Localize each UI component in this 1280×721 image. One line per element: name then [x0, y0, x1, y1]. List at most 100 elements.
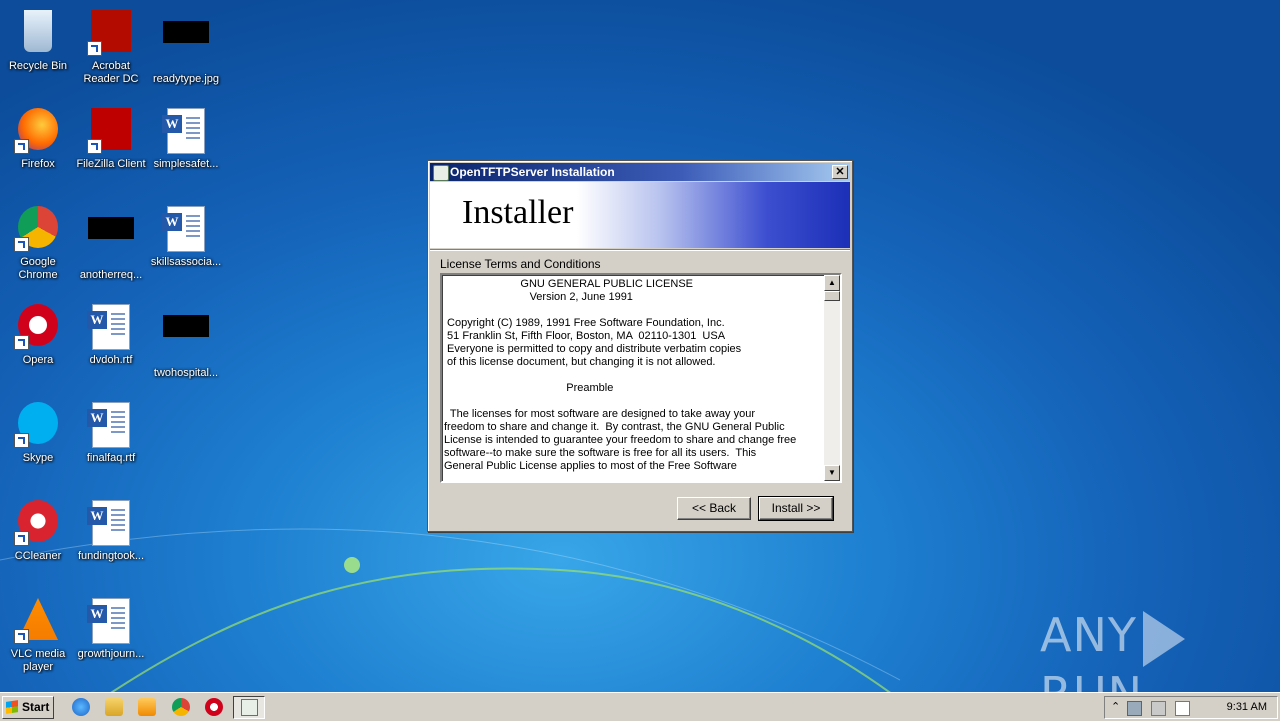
shortcut-arrow-icon: [14, 335, 29, 350]
network-icon[interactable]: [1127, 701, 1142, 716]
desktop-icon[interactable]: Wskillsassocia...: [148, 204, 224, 269]
dialog-titlebar[interactable]: OpenTFTPServer Installation ✕: [430, 163, 850, 181]
desktop-icon[interactable]: anotherreq...: [73, 204, 149, 282]
vlc-icon: [14, 596, 62, 644]
installer-taskbar-icon: [241, 699, 258, 716]
desktop-icon[interactable]: CCleaner: [0, 498, 76, 563]
play-logo-icon: [1142, 610, 1185, 667]
shortcut-arrow-icon: [14, 531, 29, 546]
scroll-thumb[interactable]: [824, 291, 840, 301]
start-button[interactable]: Start: [2, 696, 54, 719]
license-line: License is intended to guarantee your fr…: [444, 434, 797, 446]
license-line: freedom to share and change it. By contr…: [444, 421, 785, 433]
desktop-icon[interactable]: Wgrowthjourn...: [73, 596, 149, 661]
desktop-icon[interactable]: Skype: [0, 400, 76, 465]
ccleaner-icon: [14, 498, 62, 546]
license-line: of this license document, but changing i…: [444, 356, 716, 368]
action-center-flag-icon[interactable]: [1175, 701, 1190, 716]
desktop-icon-label: dvdoh.rtf: [89, 354, 133, 366]
media-player-icon[interactable]: [138, 698, 156, 716]
desktop-icon-label: FileZilla Client: [76, 158, 146, 170]
desktop-icon-label: Google Chrome: [18, 256, 58, 281]
opera-icon: [14, 302, 62, 350]
chrome-icon: [14, 204, 62, 252]
volume-icon[interactable]: [1151, 701, 1166, 716]
desktop-icon-label: Acrobat Reader DC: [83, 60, 139, 85]
desktop-icon[interactable]: VLC media player: [0, 596, 76, 674]
back-button[interactable]: << Back: [677, 497, 751, 520]
desktop-icon-label: VLC media player: [10, 648, 66, 673]
desktop-icon[interactable]: readytype.jpg: [148, 8, 224, 86]
chrome-taskbar-icon[interactable]: [172, 698, 190, 716]
image-thumbnail-icon: [162, 315, 210, 363]
file-explorer-icon[interactable]: [105, 698, 123, 716]
close-button[interactable]: ✕: [832, 165, 848, 179]
desktop-icon-label: anotherreq...: [79, 269, 143, 281]
desktop-icon-label: CCleaner: [14, 550, 62, 562]
license-line: The licenses for most software are desig…: [444, 408, 756, 420]
tray-expand-icon[interactable]: ⌃: [1111, 700, 1120, 713]
license-line: [444, 304, 822, 317]
license-line: General Public License applies to most o…: [444, 460, 737, 472]
windows-logo-icon: [6, 700, 18, 714]
install-button[interactable]: Install >>: [758, 496, 834, 521]
desktop-icon-label: twohospital...: [153, 367, 219, 379]
installer-app-icon: [433, 165, 449, 181]
firefox-icon: [14, 106, 62, 154]
license-line: 51 Franklin St, Fifth Floor, Boston, MA …: [444, 330, 726, 342]
license-line: software--to make sure the software is f…: [444, 447, 757, 459]
desktop-icon[interactable]: Wdvdoh.rtf: [73, 302, 149, 367]
word-doc-icon: W: [87, 498, 135, 546]
license-line: Version 2, June 1991: [444, 291, 633, 303]
desktop-icon[interactable]: Wfundingtook...: [73, 498, 149, 563]
installer-banner: Installer: [430, 182, 850, 248]
shortcut-arrow-icon: [14, 237, 29, 252]
license-section-label: License Terms and Conditions: [440, 257, 601, 271]
license-text: GNU GENERAL PUBLIC LICENSE Version 2, Ju…: [444, 278, 822, 473]
desktop-icon[interactable]: Wsimplesafet...: [148, 106, 224, 171]
license-scrollbar[interactable]: ▲ ▼: [824, 275, 840, 481]
shortcut-arrow-icon: [14, 433, 29, 448]
desktop-icon[interactable]: FileZilla Client: [73, 106, 149, 171]
desktop-icon-label: growthjourn...: [77, 648, 145, 660]
clock[interactable]: 9:31 AM: [1227, 701, 1267, 713]
scroll-down-button[interactable]: ▼: [824, 465, 840, 481]
license-line: GNU GENERAL PUBLIC LICENSE: [444, 278, 693, 290]
desktop-icon[interactable]: Firefox: [0, 106, 76, 171]
word-doc-icon: W: [162, 106, 210, 154]
license-line: [444, 395, 822, 408]
recycle-bin-icon: [14, 8, 62, 56]
acrobat-icon: [87, 8, 135, 56]
desktop-icon[interactable]: Opera: [0, 302, 76, 367]
desktop-icon[interactable]: Wfinalfaq.rtf: [73, 400, 149, 465]
license-text-box[interactable]: GNU GENERAL PUBLIC LICENSE Version 2, Ju…: [440, 273, 842, 483]
desktop-icon-label: Recycle Bin: [8, 60, 68, 72]
license-line: [444, 369, 822, 382]
desktop-icon-label: simplesafet...: [153, 158, 219, 170]
word-doc-icon: W: [162, 204, 210, 252]
desktop-icon[interactable]: Google Chrome: [0, 204, 76, 282]
image-thumbnail-icon: [162, 21, 210, 69]
shortcut-arrow-icon: [14, 629, 29, 644]
desktop-icon[interactable]: Acrobat Reader DC: [73, 8, 149, 86]
desktop-icon-label: finalfaq.rtf: [86, 452, 136, 464]
desktop-icon-label: readytype.jpg: [152, 73, 220, 85]
desktop-icon[interactable]: Recycle Bin: [0, 8, 76, 73]
internet-explorer-icon[interactable]: [72, 698, 90, 716]
license-line: Preamble: [444, 382, 614, 394]
opera-taskbar-icon[interactable]: [205, 698, 223, 716]
desktop-icon[interactable]: twohospital...: [148, 302, 224, 380]
installer-dialog: OpenTFTPServer Installation ✕ Installer …: [427, 160, 853, 532]
word-doc-icon: W: [87, 400, 135, 448]
banner-divider: [430, 249, 850, 251]
word-doc-icon: W: [87, 596, 135, 644]
dialog-title: OpenTFTPServer Installation: [450, 165, 615, 179]
scroll-up-button[interactable]: ▲: [824, 275, 840, 291]
desktop-icon-label: skillsassocia...: [150, 256, 222, 268]
taskbar-item-installer[interactable]: [233, 696, 265, 719]
system-tray: ⌃ 9:31 AM: [1104, 696, 1278, 719]
word-doc-icon: W: [87, 302, 135, 350]
banner-title: Installer: [462, 194, 574, 231]
desktop-icon-label: Skype: [22, 452, 54, 464]
desktop-icon-label: Opera: [22, 354, 54, 366]
